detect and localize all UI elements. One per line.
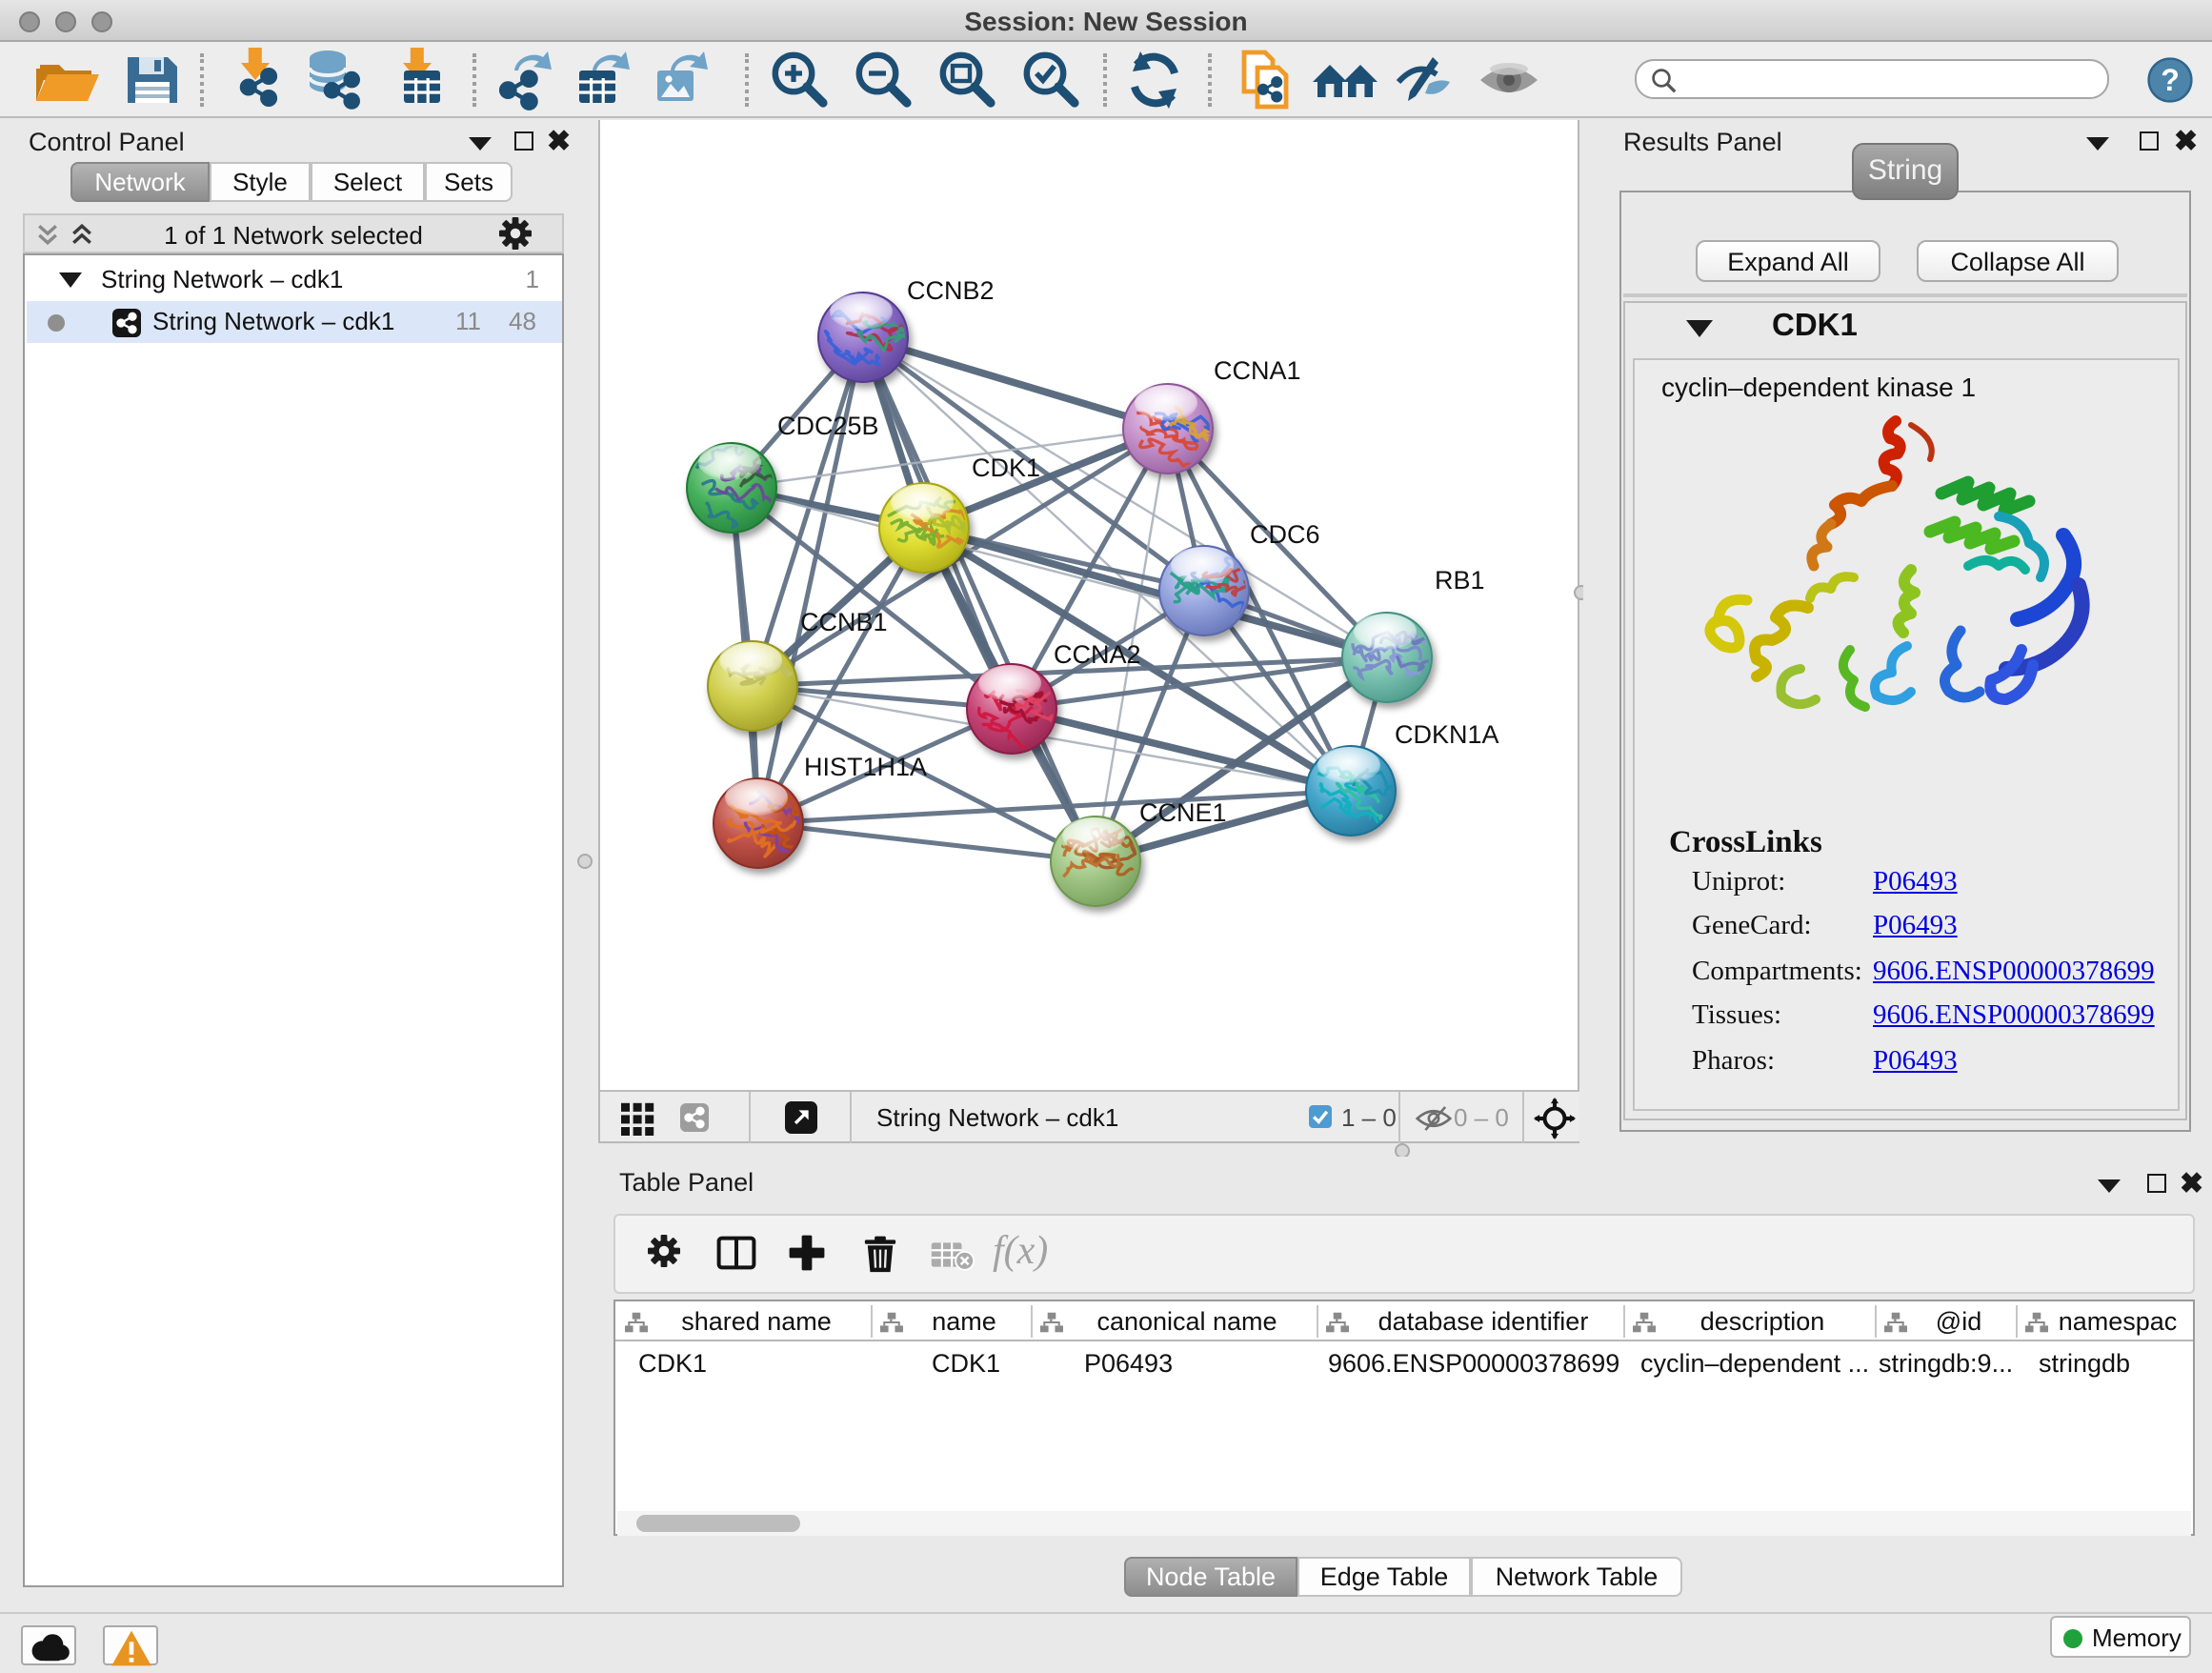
svg-text:?: ? bbox=[2161, 63, 2180, 97]
svg-text:CCNA1: CCNA1 bbox=[1214, 356, 1301, 385]
svg-text:CCNB2: CCNB2 bbox=[907, 276, 995, 305]
svg-text:CCNA2: CCNA2 bbox=[1054, 640, 1141, 669]
svg-text:CDKN1A: CDKN1A bbox=[1395, 720, 1499, 749]
svg-text:CDC25B: CDC25B bbox=[777, 412, 879, 440]
svg-text:HIST1H1A: HIST1H1A bbox=[804, 753, 927, 781]
svg-text:CCNB1: CCNB1 bbox=[800, 608, 888, 636]
svg-text:CDC6: CDC6 bbox=[1250, 520, 1320, 549]
svg-text:CCNE1: CCNE1 bbox=[1139, 798, 1227, 827]
svg-text:CDK1: CDK1 bbox=[972, 454, 1040, 482]
svg-text:RB1: RB1 bbox=[1435, 566, 1485, 595]
